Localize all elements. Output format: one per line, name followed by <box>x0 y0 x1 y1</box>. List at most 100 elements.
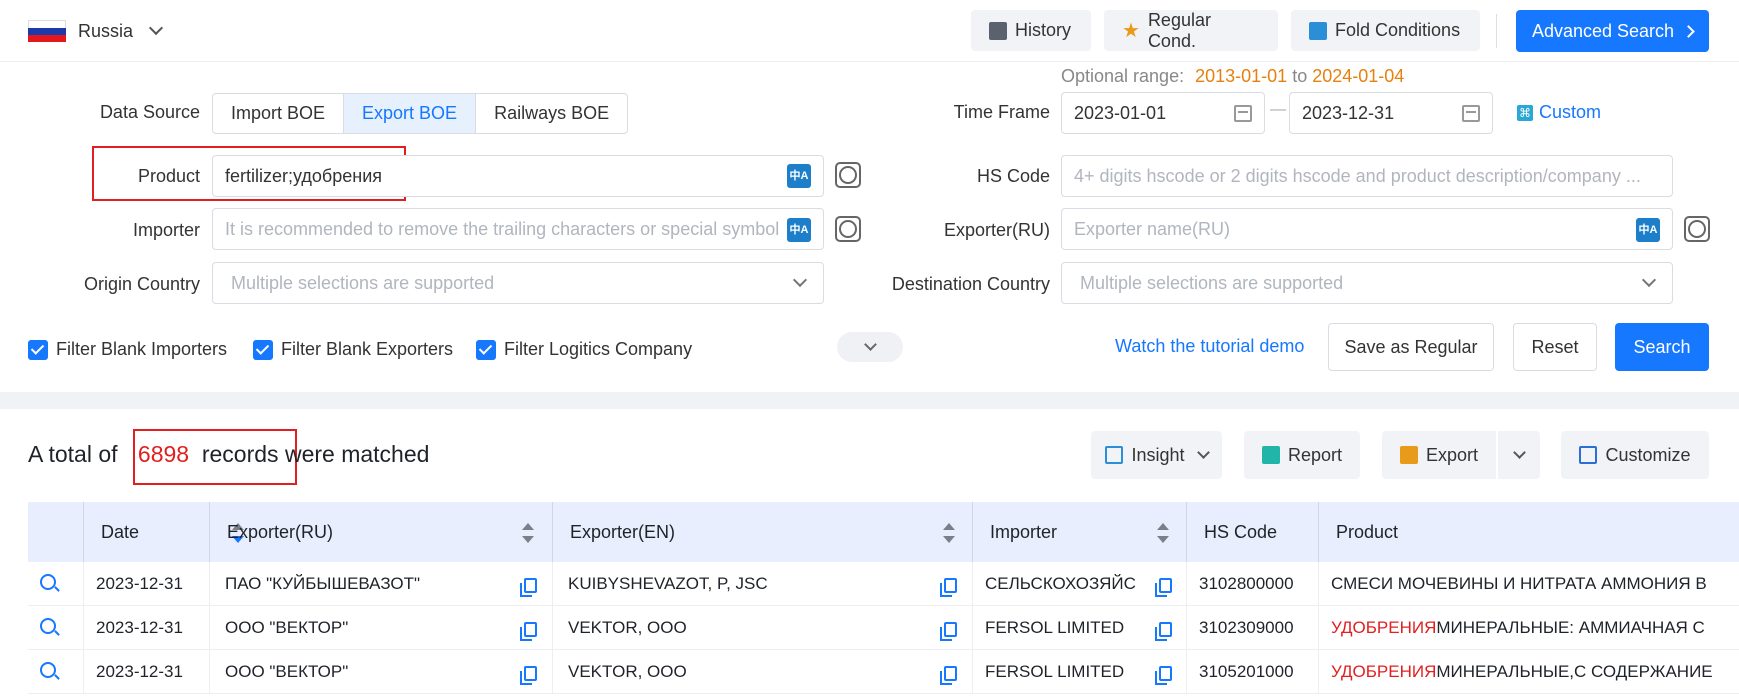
optional-range-prefix: Optional range: <box>1061 66 1185 86</box>
copy-icon[interactable] <box>940 578 957 597</box>
customize-button[interactable]: Customize <box>1561 431 1709 479</box>
export-label: Export <box>1425 444 1479 465</box>
column-importer[interactable]: Importer <box>972 502 1186 562</box>
search-icon[interactable] <box>40 662 56 678</box>
filter-blank-importers-checkbox[interactable]: Filter Blank Importers <box>28 339 227 360</box>
sort-icon[interactable] <box>943 523 955 543</box>
filter-options-icon[interactable] <box>835 162 861 188</box>
product-text: МИНЕРАЛЬНЫЕ: АММИАЧНАЯ С <box>1436 618 1705 637</box>
search-button[interactable]: Search <box>1615 323 1709 371</box>
origin-country-label: Origin Country <box>83 274 200 294</box>
calendar-icon <box>1462 104 1480 122</box>
tutorial-link[interactable]: Watch the tutorial demo <box>1115 336 1304 357</box>
optional-range-from: 2013-01-01 <box>1195 66 1288 86</box>
translate-icon[interactable]: 中A <box>787 164 811 188</box>
sort-icon[interactable] <box>522 523 534 543</box>
cell-exporter-ru: ООО "ВЕКТОР" <box>209 606 552 650</box>
filter-options-icon[interactable] <box>1684 216 1710 242</box>
results-suffix: were matched <box>278 441 430 467</box>
table-row[interactable]: 2023-12-31 ООО "ВЕКТОР" VEKTOR, OOO FERS… <box>28 650 1739 694</box>
report-button[interactable]: Report <box>1244 431 1360 479</box>
cell-exporter-ru: ПАО "КУЙБЫШЕВАЗОТ" <box>209 562 552 606</box>
translate-icon[interactable]: 中A <box>787 218 811 242</box>
chevron-down-icon <box>1641 272 1657 288</box>
filter-logistics-company-checkbox[interactable]: Filter Logitics Company <box>476 339 692 360</box>
report-icon <box>1261 446 1280 464</box>
results-table: Date Exporter(RU) Exporter(EN) Importer … <box>28 502 1739 697</box>
filter-logistics-company-label: Filter Logitics Company <box>504 339 693 359</box>
copy-icon[interactable] <box>940 622 957 641</box>
source-import-boe[interactable]: Import BOE <box>213 94 345 133</box>
results-summary: A total of 6898 records were matched <box>28 441 429 468</box>
copy-icon[interactable] <box>520 666 537 685</box>
advanced-search-button[interactable]: Advanced Search <box>1516 10 1709 52</box>
search-icon[interactable] <box>40 618 56 634</box>
date-from-input[interactable]: 2023-01-01 <box>1061 92 1265 134</box>
cell-product: СМЕСИ МОЧЕВИНЫ И НИТРАТА АММОНИЯ В <box>1318 562 1739 606</box>
optional-range: Optional range: 2013-01-01 to 2024-01-04 <box>1061 66 1404 87</box>
copy-icon[interactable] <box>520 622 537 641</box>
insight-button[interactable]: Insight <box>1091 431 1222 479</box>
column-exporter-en[interactable]: Exporter(EN) <box>552 502 972 562</box>
data-source-label: Data Source <box>99 102 200 122</box>
insight-label: Insight <box>1131 444 1185 465</box>
regular-conditions-button[interactable]: ★ Regular Cond. <box>1104 10 1278 51</box>
product-input[interactable]: fertilizer;удобрения <box>212 155 824 197</box>
custom-range-link[interactable]: ⌘ Custom <box>1517 102 1601 123</box>
insight-icon <box>1105 446 1124 464</box>
date-to-input[interactable]: 2023-12-31 <box>1289 92 1493 134</box>
table-row[interactable]: 2023-12-31 ПАО "КУЙБЫШЕВАЗОТ" KUIBYSHEVA… <box>28 562 1739 606</box>
export-dropdown-button[interactable] <box>1498 431 1540 479</box>
chevron-down-icon <box>1196 446 1210 459</box>
results-count: 6898 <box>137 441 190 467</box>
copy-icon[interactable] <box>1155 622 1172 641</box>
copy-icon[interactable] <box>520 578 537 597</box>
date-from-value: 2023-01-01 <box>1074 102 1167 123</box>
cell-date: 2023-12-31 <box>83 650 209 694</box>
destination-country-select[interactable]: Multiple selections are supported <box>1061 262 1673 304</box>
source-railways-boe[interactable]: Railways BOE <box>476 94 627 133</box>
filter-blank-exporters-checkbox[interactable]: Filter Blank Exporters <box>253 339 453 360</box>
checkbox-checked-icon <box>28 339 48 360</box>
results-prefix: A total of <box>28 441 124 467</box>
hs-code-input[interactable]: 4+ digits hscode or 2 digits hscode and … <box>1061 155 1673 197</box>
history-button[interactable]: History <box>971 10 1091 51</box>
history-label: History <box>1015 20 1072 40</box>
column-hs-code[interactable]: HS Code <box>1186 502 1318 562</box>
date-range-dash: — <box>1270 101 1286 118</box>
exporter-input[interactable]: Exporter name(RU) <box>1061 208 1673 250</box>
save-as-regular-button[interactable]: Save as Regular <box>1328 323 1494 371</box>
exporter-placeholder: Exporter name(RU) <box>1074 218 1231 239</box>
section-divider <box>0 392 1739 409</box>
copy-icon[interactable] <box>1155 666 1172 685</box>
column-date[interactable]: Date <box>83 502 244 562</box>
country-selector[interactable]: Russia <box>28 16 164 46</box>
importer-label: Importer <box>132 220 200 240</box>
export-icon <box>1399 446 1418 464</box>
table-row[interactable]: 2023-12-31 ООО "ВЕКТОР" VEKTOR, OOO FERS… <box>28 606 1739 650</box>
copy-icon[interactable] <box>940 666 957 685</box>
top-bar: Russia History ★ Regular Cond. Fold Cond… <box>0 0 1739 62</box>
copy-icon[interactable] <box>1155 578 1172 597</box>
reset-button[interactable]: Reset <box>1513 323 1597 371</box>
column-exporter-en-label: Exporter(EN) <box>570 521 676 542</box>
column-exporter-ru[interactable]: Exporter(RU) <box>209 502 552 562</box>
cell-product: УДОБРЕНИЯ МИНЕРАЛЬНЫЕ: АММИАЧНАЯ С <box>1318 606 1739 650</box>
origin-country-select[interactable]: Multiple selections are supported <box>212 262 824 304</box>
column-product[interactable]: Product <box>1318 502 1739 562</box>
filter-options-icon[interactable] <box>835 216 861 242</box>
divider <box>1496 14 1497 48</box>
origin-country-placeholder: Multiple selections are supported <box>231 272 495 293</box>
sort-icon[interactable] <box>1157 523 1169 543</box>
translate-icon[interactable]: 中A <box>1636 218 1660 242</box>
importer-input[interactable]: It is recommended to remove the trailing… <box>212 208 824 250</box>
filter-blank-importers-label: Filter Blank Importers <box>56 339 228 359</box>
search-icon[interactable] <box>40 574 56 590</box>
fold-conditions-button[interactable]: Fold Conditions <box>1291 10 1480 51</box>
optional-range-to-word: to <box>1292 66 1308 86</box>
command-icon: ⌘ <box>1517 104 1533 121</box>
source-export-boe[interactable]: Export BOE <box>344 94 477 133</box>
expand-conditions-button[interactable] <box>837 332 903 362</box>
column-exporter-ru-label: Exporter(RU) <box>227 521 334 542</box>
export-button[interactable]: Export <box>1382 431 1496 479</box>
